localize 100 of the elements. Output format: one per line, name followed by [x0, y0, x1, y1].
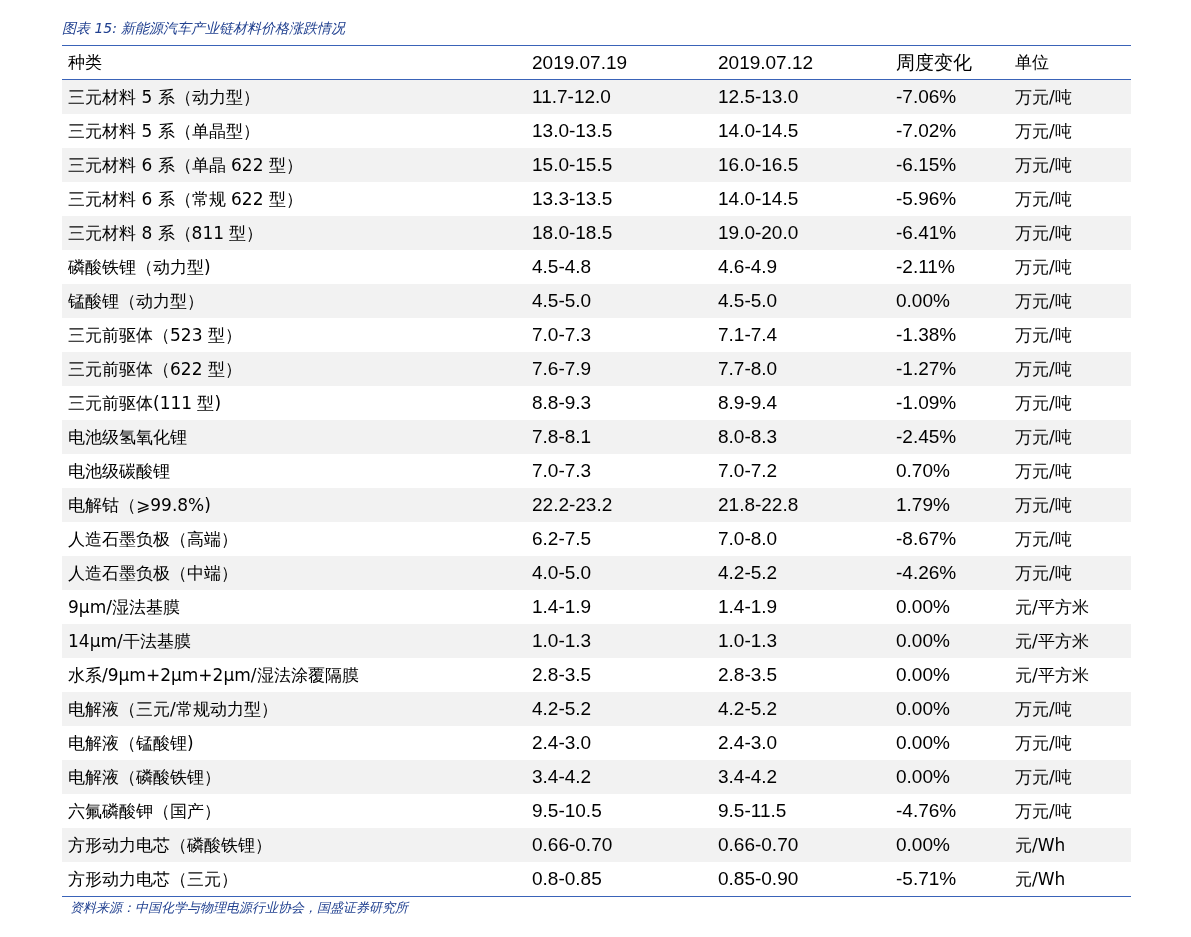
table-cell-text: 元/平方米	[1015, 663, 1090, 687]
table-cell-text: -7.06%	[896, 86, 958, 108]
source-note: 资料来源：中国化学与物理电源行业协会，国盛证券研究所	[69, 899, 411, 917]
table-cell-text: 9.5-11.5	[718, 800, 788, 822]
table-cell-text: 0.66-0.70	[718, 834, 800, 856]
table-cell-text: 磷酸铁锂（动力型)	[67, 255, 212, 279]
table-cell-text: 人造石墨负极（中端）	[67, 561, 239, 585]
table-cell-text: 15.0-15.5	[532, 154, 614, 176]
table-cell-text: -4.76%	[896, 800, 958, 822]
table-cell-text: 三元材料 6 系（常规 622 型）	[67, 187, 304, 211]
table-cell-text: -7.02%	[896, 120, 958, 142]
table-cell-text: 8.0-8.3	[718, 426, 779, 448]
table-cell-text: 万元/吨	[1015, 255, 1073, 279]
table-cell-text: 万元/吨	[1015, 493, 1073, 517]
table-cell-text: 2.4-3.0	[718, 732, 779, 754]
table-cell-text: 7.0-7.2	[718, 460, 779, 482]
table-cell-text: 7.7-8.0	[718, 358, 779, 380]
table-cell-text: 0.00%	[896, 596, 951, 618]
table-cell-text: 万元/吨	[1015, 289, 1073, 313]
table-cell-text: 万元/吨	[1015, 425, 1073, 449]
table-cell-text: 三元前驱体(111 型)	[67, 391, 223, 415]
table-cell-text: 4.5-5.0	[718, 290, 779, 312]
table-cell-text: 三元材料 5 系（单晶型）	[67, 119, 261, 143]
table-cell-text: 万元/吨	[1015, 527, 1073, 551]
table-cell-text: 4.2-5.2	[718, 562, 779, 584]
table-cell-text: 1.0-1.3	[718, 630, 779, 652]
table-cell-text: 1.4-1.9	[532, 596, 593, 618]
table-cell-text: 万元/吨	[1015, 119, 1073, 143]
table-cell-text: 电解钴（⩾99.8%)	[67, 493, 212, 517]
table-cell-text: 电解液（三元/常规动力型）	[67, 697, 279, 721]
table-cell-text: 1.79%	[896, 494, 951, 516]
table-cell-text: 0.85-0.90	[718, 868, 800, 890]
table-cell-text: 19.0-20.0	[718, 222, 800, 244]
table-cell-text: 方形动力电芯（三元）	[67, 867, 239, 891]
table-cell-text: -5.71%	[896, 868, 958, 890]
table-cell-text: 4.6-4.9	[718, 256, 779, 278]
table-cell-text: -2.45%	[896, 426, 958, 448]
table-cell-text: -5.96%	[896, 188, 958, 210]
table-cell-text: 万元/吨	[1015, 799, 1073, 823]
table-cell-text: 0.8-0.85	[532, 868, 603, 890]
table-cell-text: 3.4-4.2	[532, 766, 593, 788]
table-cell-text: 人造石墨负极（高端）	[67, 527, 239, 551]
table-cell-text: 水系/9μm+2μm+2μm/湿法涂覆隔膜	[67, 663, 360, 687]
table-cell-text: 0.00%	[896, 834, 951, 856]
table-cell-text: 6.2-7.5	[532, 528, 593, 550]
table-cell-text: 万元/吨	[1015, 85, 1073, 109]
table-cell-text: -1.27%	[896, 358, 958, 380]
table-cell-text: 锰酸锂（动力型）	[67, 289, 205, 313]
table-cell-text: 4.2-5.2	[718, 698, 779, 720]
table-cell-text: 电池级氢氧化锂	[67, 425, 188, 449]
table-cell-text: 7.6-7.9	[532, 358, 593, 380]
table-cell-text: 2.4-3.0	[532, 732, 593, 754]
table-cell-text: 18.0-18.5	[532, 222, 614, 244]
table-cell-text: 0.00%	[896, 630, 951, 652]
table-cell-text: 元/平方米	[1015, 629, 1090, 653]
table-cell-text: 12.5-13.0	[718, 86, 800, 108]
table-cell-text: 万元/吨	[1015, 561, 1073, 585]
table-cell-text: -2.11%	[896, 256, 956, 278]
column-header: 种类	[67, 51, 103, 74]
table-cell-text: 2.8-3.5	[532, 664, 593, 686]
table-cell-text: 0.00%	[896, 290, 951, 312]
table-cell-text: 4.0-5.0	[532, 562, 593, 584]
table-cell-text: 14.0-14.5	[718, 188, 800, 210]
table-cell-text: 万元/吨	[1015, 391, 1073, 415]
column-header: 2019.07.12	[718, 51, 815, 74]
table-cell-text: -1.09%	[896, 392, 958, 414]
table-cell-text: 8.8-9.3	[532, 392, 593, 414]
table-cell-text: 三元前驱体（622 型）	[67, 357, 243, 381]
table-cell-text: 万元/吨	[1015, 459, 1073, 483]
table-cell-text: 7.8-8.1	[532, 426, 593, 448]
table-cell-text: 9.5-10.5	[532, 800, 603, 822]
table-cell-text: 万元/吨	[1015, 187, 1073, 211]
table-cell-text: 0.00%	[896, 766, 951, 788]
table-cell-text: -8.67%	[896, 528, 958, 550]
table-cell-text: 7.0-8.0	[718, 528, 779, 550]
table-cell-text: 11.7-12.0	[532, 86, 612, 108]
table-cell-text: 0.00%	[896, 664, 951, 686]
table-cell-text: 7.0-7.3	[532, 460, 593, 482]
table-cell-text: 22.2-23.2	[532, 494, 614, 516]
table-cell-text: -6.41%	[896, 222, 958, 244]
table-cell-text: 4.5-4.8	[532, 256, 593, 278]
table-cell-text: 0.70%	[896, 460, 951, 482]
table-cell-text: 8.9-9.4	[718, 392, 779, 414]
table-cell-text: 13.0-13.5	[532, 120, 614, 142]
table-cell-text: 13.3-13.5	[532, 188, 614, 210]
table-cell-text: 三元材料 8 系（811 型）	[67, 221, 265, 245]
table-cell-text: 电解液（磷酸铁锂）	[67, 765, 222, 789]
table-cell-text: 4.2-5.2	[532, 698, 593, 720]
table-cell-text: 21.8-22.8	[718, 494, 800, 516]
column-header: 单位	[1015, 51, 1050, 74]
table-cell-text: 1.4-1.9	[718, 596, 779, 618]
table-cell-text: 万元/吨	[1015, 221, 1073, 245]
table-cell-text: 方形动力电芯（磷酸铁锂）	[67, 833, 273, 857]
table-cell-text: 电池级碳酸锂	[67, 459, 171, 483]
table-cell-text: -6.15%	[896, 154, 958, 176]
table-cell-text: 三元材料 6 系（单晶 622 型）	[67, 153, 304, 177]
table-cell-text: 电解液（锰酸锂)	[67, 731, 195, 755]
figure-title: 图表 15: 新能源汽车产业链材料价格涨跌情况	[62, 19, 347, 38]
table-cell-text: 万元/吨	[1015, 765, 1073, 789]
table-cell-text: 元/Wh	[1015, 833, 1067, 857]
